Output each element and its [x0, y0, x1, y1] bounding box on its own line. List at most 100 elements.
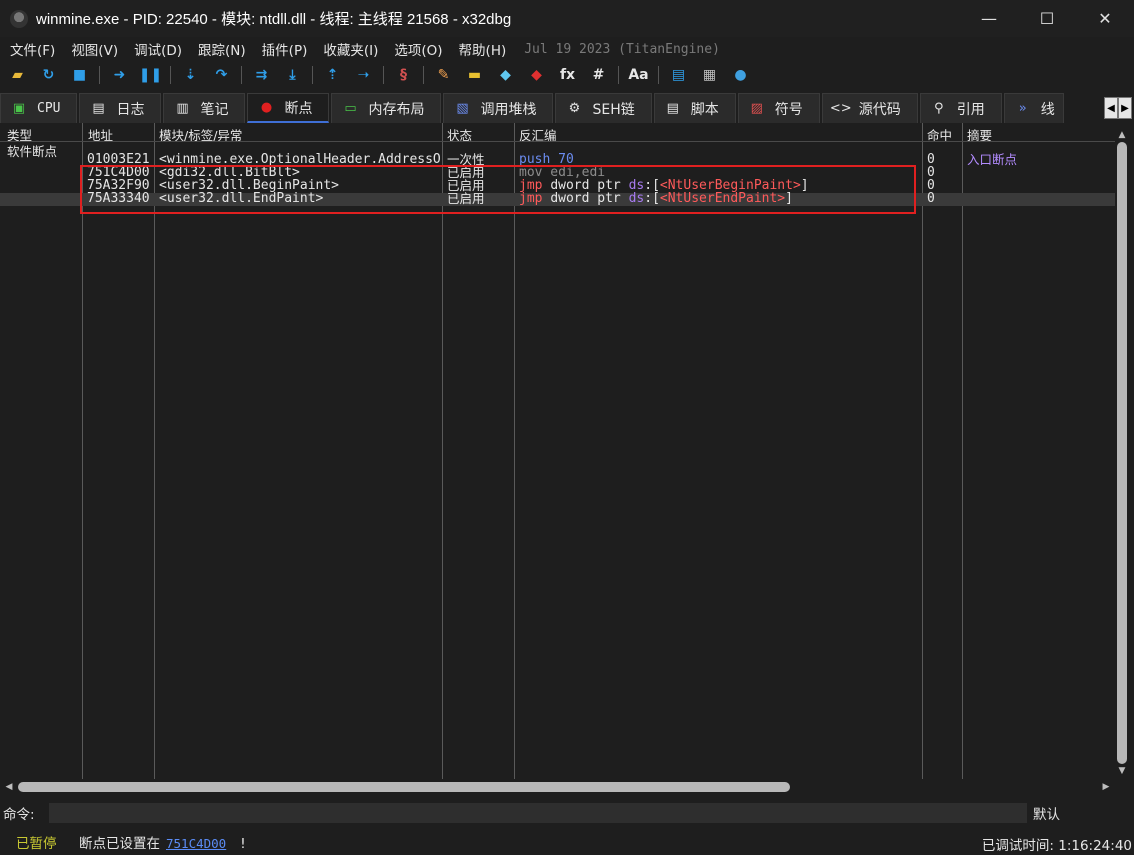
close-button[interactable]: ✕	[1076, 0, 1134, 37]
log-icon: ▤	[92, 101, 105, 116]
run-to-user-code-icon[interactable]: ➝	[352, 64, 375, 86]
title-bar: winmine.exe - PID: 22540 - 模块: ntdll.dll…	[0, 0, 1134, 37]
tab-label: 线	[1040, 101, 1055, 118]
menu-trace[interactable]: 跟踪(N)	[190, 39, 254, 59]
status-message: 断点已设置在 751C4D00!	[79, 832, 246, 852]
highlight-annotation-box	[80, 165, 916, 214]
vertical-scroll-thumb[interactable]	[1117, 142, 1127, 764]
step-into-icon[interactable]: ⇣	[179, 64, 202, 86]
tab-symbols[interactable]: ▨ 符号	[737, 93, 820, 123]
bookmarks-icon[interactable]: ◆	[525, 64, 548, 86]
scroll-up-icon[interactable]: ▲	[1115, 128, 1129, 142]
notes-icon: ▥	[176, 101, 189, 116]
status-address-link[interactable]: 751C4D00	[166, 836, 226, 851]
debug-time: 已调试时间: 1:16:24:40	[981, 838, 1132, 854]
menu-favourites[interactable]: 收藏夹(I)	[315, 39, 386, 59]
menu-debug[interactable]: 调试(D)	[126, 39, 190, 59]
window-controls: — ☐ ✕	[960, 0, 1134, 37]
menu-options[interactable]: 选项(O)	[386, 39, 450, 59]
calculator-icon[interactable]: ▦	[698, 64, 721, 86]
tab-cpu[interactable]: ▣ CPU	[0, 93, 78, 123]
breakpoint-dot-icon: ●	[260, 100, 273, 115]
toolbar-separator	[618, 66, 619, 84]
column-divider[interactable]	[514, 123, 515, 779]
column-divider[interactable]	[962, 123, 963, 779]
tab-notes[interactable]: ▥ 笔记	[163, 93, 246, 123]
threads-icon: »	[1018, 101, 1027, 116]
source-icon: <>	[829, 101, 852, 116]
tab-scroll-right-icon[interactable]: ▶	[1118, 97, 1132, 119]
tab-label: 内存布局	[368, 101, 425, 118]
patch-icon[interactable]: ✎	[432, 64, 455, 86]
open-folder-icon[interactable]: ▰	[6, 64, 29, 86]
tab-label: CPU	[37, 101, 61, 116]
script-icon: ▤	[666, 101, 679, 116]
tab-script[interactable]: ▤ 脚本	[653, 93, 736, 123]
stop-icon[interactable]: ■	[68, 64, 91, 86]
command-input[interactable]	[49, 803, 1027, 823]
execute-till-return-icon[interactable]: ⇡	[321, 64, 344, 86]
toolbar-separator	[99, 66, 100, 84]
window-title: winmine.exe - PID: 22540 - 模块: ntdll.dll…	[36, 11, 512, 28]
tab-source[interactable]: <> 源代码	[821, 93, 918, 123]
menu-help[interactable]: 帮助(H)	[451, 39, 515, 59]
trace-into-icon[interactable]: ⇉	[250, 64, 273, 86]
tab-label: 日志	[116, 101, 145, 118]
tab-memory-map[interactable]: ▭ 内存布局	[331, 93, 442, 123]
menu-plugins[interactable]: 插件(P)	[254, 39, 316, 59]
tab-seh-chain[interactable]: ⚙ SEH链	[555, 93, 652, 123]
column-divider[interactable]	[922, 123, 923, 779]
minimize-button[interactable]: —	[960, 0, 1018, 37]
breakpoint-hit-count: 0	[927, 153, 935, 167]
hash-icon[interactable]: #	[587, 64, 610, 86]
trace-over-icon[interactable]: ⤓	[281, 64, 304, 86]
tab-threads[interactable]: » 线	[1003, 93, 1064, 123]
horizontal-scroll-thumb[interactable]	[18, 782, 790, 792]
pause-icon[interactable]: ❚❚	[139, 64, 162, 86]
tab-call-stack[interactable]: ▧ 调用堆栈	[443, 93, 554, 123]
maximize-button[interactable]: ☐	[1018, 0, 1076, 37]
step-over-icon[interactable]: ↷	[210, 64, 233, 86]
tab-label: 符号	[774, 101, 803, 118]
tab-scroll-left-icon[interactable]: ◀	[1104, 97, 1118, 119]
horizontal-scrollbar[interactable]: ◀ ▶	[0, 779, 1115, 795]
call-stack-icon: ▧	[456, 101, 469, 116]
x32dbg-app-icon	[10, 9, 28, 28]
run-icon[interactable]: ➜	[108, 64, 131, 86]
scroll-right-icon[interactable]: ▶	[1099, 779, 1113, 795]
cpu-icon: ▣	[12, 101, 26, 116]
labels-icon[interactable]: ◆	[494, 64, 517, 86]
column-divider[interactable]	[442, 123, 443, 779]
scroll-left-icon[interactable]: ◀	[2, 779, 16, 795]
column-divider[interactable]	[82, 123, 83, 779]
tab-label: 引用	[956, 101, 985, 118]
tab-log[interactable]: ▤ 日志	[79, 93, 162, 123]
column-divider[interactable]	[154, 123, 155, 779]
comments-icon[interactable]: ▬	[463, 64, 486, 86]
tab-bar: ▣ CPU ▤ 日志 ▥ 笔记 ● 断点 ▭ 内存布局 ▧ 调用堆栈 ⚙ SEH链 ▤ 脚本 ▨ 符号 <> 源代码 ⚲…	[0, 92, 1134, 123]
restart-icon[interactable]: ↻	[37, 64, 60, 86]
tab-label: 断点	[284, 100, 313, 117]
functions-icon[interactable]: fx	[556, 64, 579, 86]
scylla-icon[interactable]: §	[392, 64, 415, 86]
status-bar: 已暂停 断点已设置在 751C4D00! 已调试时间: 1:16:24:40	[0, 828, 1134, 855]
calculator-script-icon[interactable]: ▤	[667, 64, 690, 86]
command-mode-select[interactable]: 默认	[1033, 803, 1060, 823]
command-bar: 命令: 默认	[0, 801, 1134, 825]
menu-bar: 文件(F) 视图(V) 调试(D) 跟踪(N) 插件(P) 收藏夹(I) 选项(…	[0, 37, 1134, 61]
breakpoints-table: 类型 地址 模块/标签/异常 状态 反汇编 命中 摘要 软件断点 01003E2…	[0, 123, 1134, 795]
font-icon[interactable]: Aa	[627, 64, 650, 86]
tab-scroll-arrows: ◀ ▶	[1104, 97, 1132, 119]
tab-breakpoint-dot[interactable]: ● 断点	[247, 93, 330, 123]
tab-label: 调用堆栈	[480, 101, 537, 118]
tab-references[interactable]: ⚲ 引用	[919, 93, 1002, 123]
status-exclamation: !	[240, 836, 246, 852]
scroll-down-icon[interactable]: ▼	[1115, 764, 1129, 778]
toolbar-separator	[170, 66, 171, 84]
vertical-scrollbar[interactable]: ▲ ▼	[1115, 128, 1129, 778]
toolbar-separator	[241, 66, 242, 84]
globe-icon[interactable]: ●	[729, 64, 752, 86]
header-separator	[0, 141, 1115, 142]
menu-file[interactable]: 文件(F)	[2, 39, 63, 59]
menu-view[interactable]: 视图(V)	[63, 39, 126, 59]
